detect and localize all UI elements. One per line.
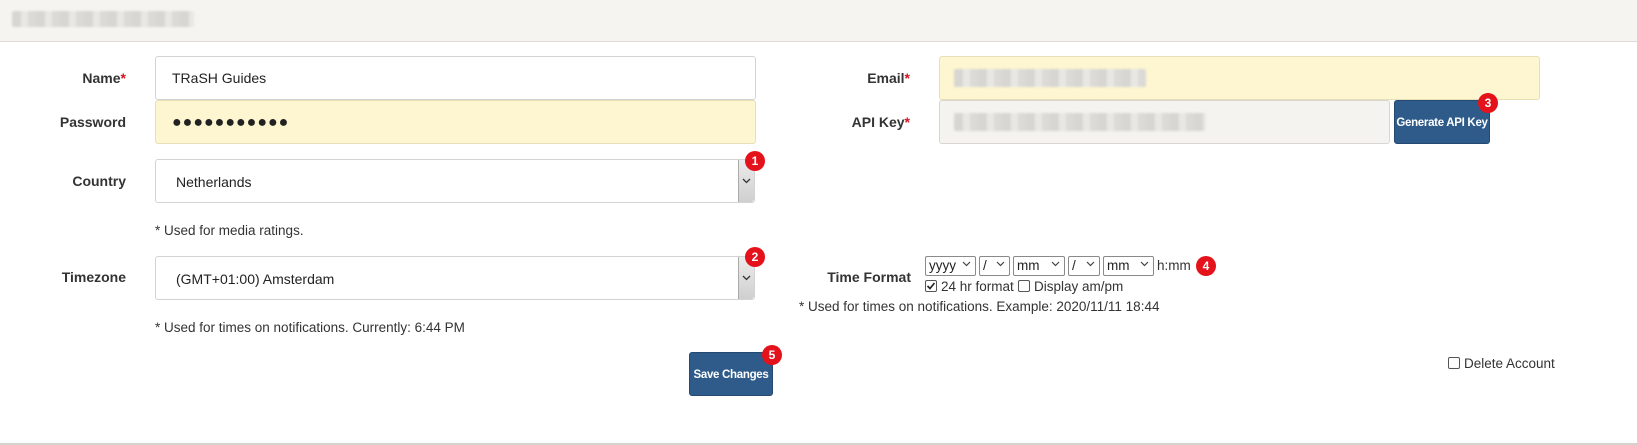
ampm-label: Display am/pm xyxy=(1034,279,1124,294)
generate-api-key-button[interactable]: Generate API Key xyxy=(1394,100,1490,144)
email-input[interactable] xyxy=(939,56,1540,100)
time-format-label-text: Time Format xyxy=(827,269,911,285)
time-format-suffix: h:mm xyxy=(1157,258,1191,273)
chevron-down-icon xyxy=(1086,261,1095,267)
country-select-value: Netherlands xyxy=(176,174,252,190)
name-input[interactable]: TRaSH Guides xyxy=(155,56,756,100)
checkmark-icon xyxy=(926,282,936,290)
day-format-value: mm xyxy=(1107,258,1130,273)
badge-2: 2 xyxy=(745,247,765,267)
separator-value-1: / xyxy=(983,258,987,273)
required-mark: * xyxy=(904,114,910,130)
email-label-text: Email xyxy=(867,70,905,86)
password-input[interactable]: ●●●●●●●●●●● xyxy=(155,100,756,144)
badge-1: 1 xyxy=(745,151,765,171)
time-format-label: Time Format xyxy=(790,268,911,286)
year-format-value: yyyy xyxy=(929,258,956,273)
email-label: Email* xyxy=(810,69,910,87)
password-label-text: Password xyxy=(59,114,126,130)
name-label-text: Name xyxy=(82,70,121,86)
chevron-down-icon xyxy=(1051,261,1060,267)
hr24-label: 24 hr format xyxy=(941,279,1014,294)
separator-select-1[interactable]: / xyxy=(979,256,1010,276)
chevron-down-icon xyxy=(1140,261,1149,267)
blurred-api-key xyxy=(954,113,1206,131)
save-changes-label: Save Changes xyxy=(693,369,769,381)
save-changes-button[interactable]: Save Changes xyxy=(689,352,773,396)
year-format-select[interactable]: yyyy xyxy=(925,256,976,276)
generate-api-key-label: Generate API Key xyxy=(1396,117,1488,129)
separator-select-2[interactable]: / xyxy=(1068,256,1100,276)
blurred-email xyxy=(954,69,1146,87)
country-label: Country xyxy=(20,172,126,190)
ampm-checkbox[interactable] xyxy=(1018,280,1030,292)
month-format-value: mm xyxy=(1017,258,1040,273)
password-input-value: ●●●●●●●●●●● xyxy=(172,114,290,131)
chevron-down-icon xyxy=(962,261,971,267)
top-bar xyxy=(0,0,1637,42)
timezone-label-text: Timezone xyxy=(61,269,126,285)
timezone-label: Timezone xyxy=(20,268,126,286)
country-label-text: Country xyxy=(72,173,126,189)
delete-account-label: Delete Account xyxy=(1464,356,1555,371)
time-format-note: * Used for times on notifications. Examp… xyxy=(799,299,1160,314)
day-format-select[interactable]: mm xyxy=(1103,256,1154,276)
country-select[interactable]: Netherlands xyxy=(155,159,755,203)
chevron-down-icon xyxy=(996,261,1005,267)
name-label: Name* xyxy=(40,69,126,87)
timezone-select[interactable]: (GMT+01:00) Amsterdam xyxy=(155,256,755,300)
month-format-select[interactable]: mm xyxy=(1013,256,1065,276)
timezone-note: * Used for times on notifications. Curre… xyxy=(155,320,465,335)
separator-value-2: / xyxy=(1072,258,1076,273)
hr24-checkbox[interactable] xyxy=(925,280,937,292)
country-note: * Used for media ratings. xyxy=(155,223,304,238)
api-key-input[interactable] xyxy=(939,100,1390,144)
blurred-title xyxy=(12,11,194,27)
badge-3: 3 xyxy=(1478,93,1498,113)
required-mark: * xyxy=(120,70,126,86)
badge-5: 5 xyxy=(762,345,782,365)
delete-account-checkbox[interactable] xyxy=(1448,357,1460,369)
name-input-value: TRaSH Guides xyxy=(172,70,267,86)
api-key-label-text: API Key xyxy=(851,114,905,130)
required-mark: * xyxy=(904,70,910,86)
timezone-select-value: (GMT+01:00) Amsterdam xyxy=(176,271,335,287)
badge-4: 4 xyxy=(1196,256,1216,276)
password-label: Password xyxy=(20,113,126,131)
api-key-label: API Key* xyxy=(810,113,910,131)
